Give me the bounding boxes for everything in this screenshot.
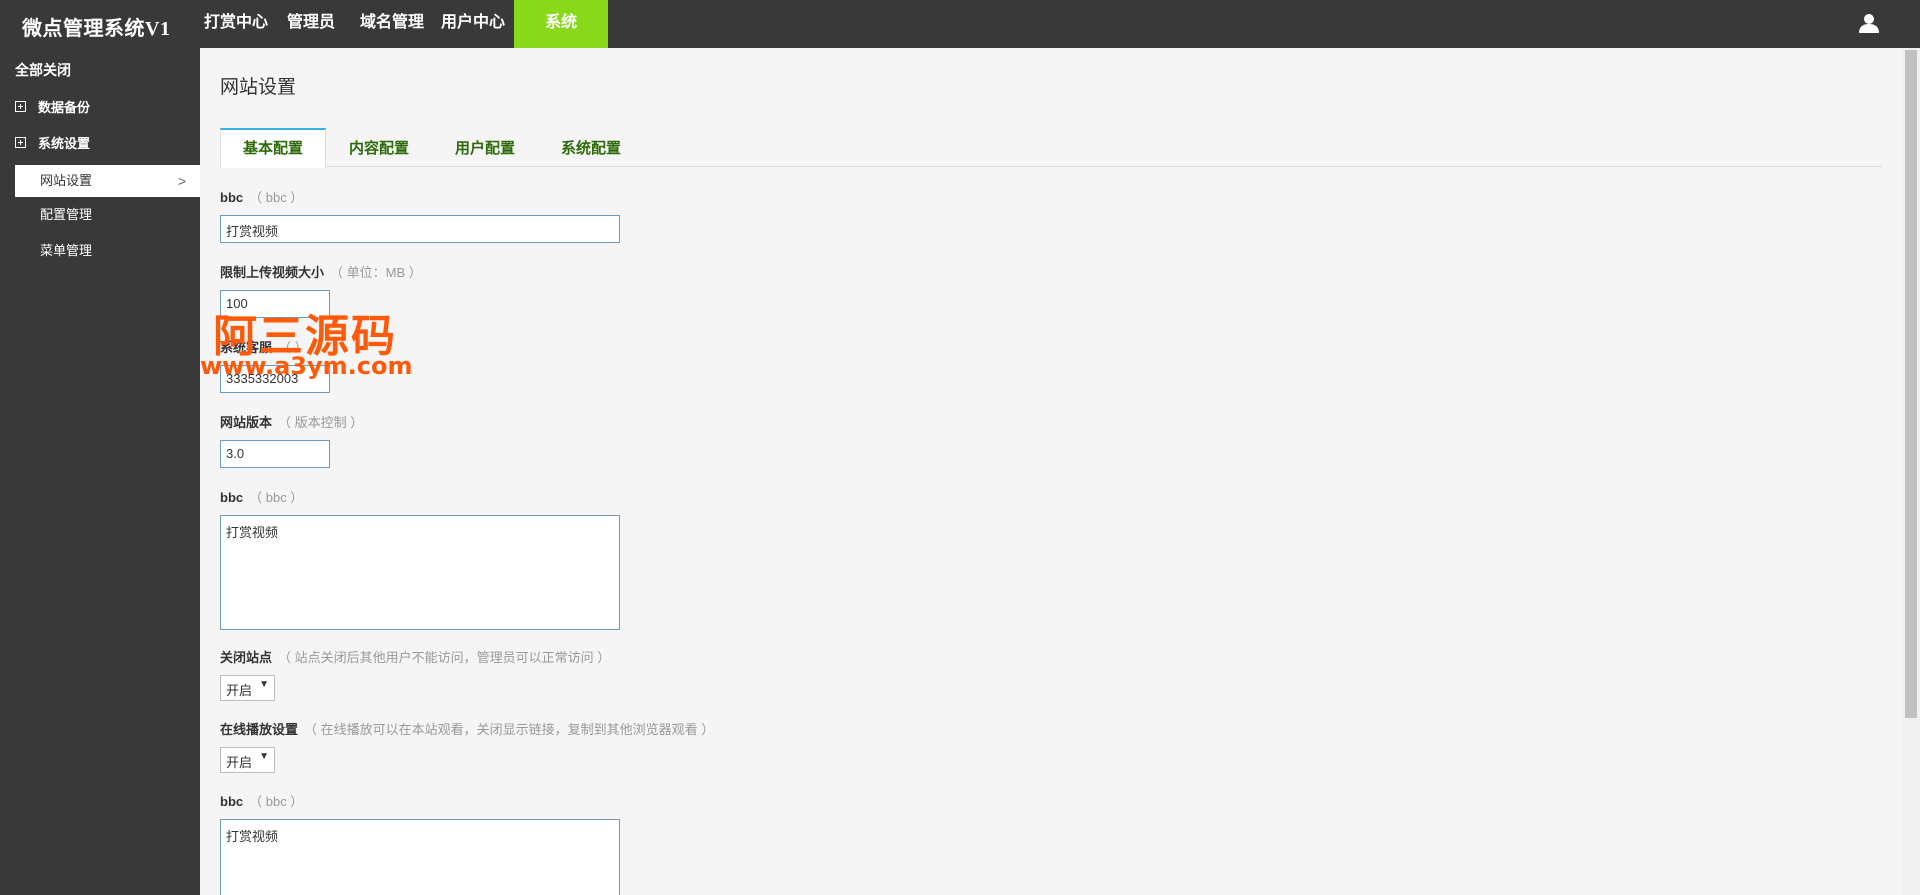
collapse-all-button[interactable]: 全部关闭 [15,60,71,80]
caret-down-icon: ▼ [259,751,269,762]
tab-basic-config[interactable]: 基本配置 [220,128,326,168]
version-input[interactable]: 3.0 [220,440,330,468]
bbc-textarea[interactable]: 打赏视频 [220,515,620,630]
field-hint: （ 站点关闭后其他用户不能访问，管理员可以正常访问 ） [278,650,611,665]
close-site-select[interactable]: 开启 ▼ [220,675,275,701]
top-bar: 微点管理系统V1 打赏中心 管理员 域名管理 用户中心 系统 [0,0,1920,48]
tab-system-config[interactable]: 系统配置 [538,128,644,166]
field-label-text: 网站版本 [220,415,273,430]
sidebar-group-label: 系统设置 [38,135,91,151]
field-label: bbc （ bbc ） [220,187,303,206]
sidebar: 全部关闭 数据备份 系统设置 网站设置 > 配置管理 菜单管理 [0,48,200,895]
field-label-text: 在线播放设置 [220,722,299,737]
field-hint: （ bbc ） [249,794,304,809]
field-label-text: bbc [220,490,244,505]
bbc-textarea-2[interactable]: 打赏视频 [220,819,620,895]
sidebar-group-backup[interactable]: 数据备份 [15,96,90,116]
field-label: bbc （ bbc ） [220,487,303,506]
sidebar-item-label: 配置管理 [40,207,93,222]
watermark-url: www.a3ym.com [200,352,413,380]
scrollbar[interactable] [1902,48,1920,895]
plus-box-icon [15,136,26,148]
caret-down-icon: ▼ [259,679,269,690]
top-nav: 打赏中心 管理员 域名管理 用户中心 系统 [195,0,609,48]
field-hint: （ 在线播放可以在本站观看，关闭显示链接，复制到其他浏览器观看 ） [304,722,715,737]
field-hint: （ bbc ） [249,490,304,505]
select-value: 开启 [226,683,253,698]
nav-item-reward-center[interactable]: 打赏中心 [195,0,277,48]
field-label: 限制上传视频大小 （ 单位：MB ） [220,262,422,281]
field-label-text: 限制上传视频大小 [220,265,325,280]
sidebar-item-site-settings[interactable]: 网站设置 > [15,165,200,197]
app-logo: 微点管理系统V1 [22,18,171,40]
field-label: 在线播放设置 （ 在线播放可以在本站观看，关闭显示链接，复制到其他浏览器观看 ） [220,719,714,738]
online-play-select[interactable]: 开启 ▼ [220,747,275,773]
tab-content-config[interactable]: 内容配置 [326,128,432,166]
tab-bar: 基本配置 内容配置 用户配置 系统配置 [220,128,1882,168]
main-content: 网站设置 基本配置 内容配置 用户配置 系统配置 bbc （ bbc ） 打赏视频… [200,48,1900,895]
field-label: 关闭站点 （ 站点关闭后其他用户不能访问，管理员可以正常访问 ） [220,647,610,666]
field-label: bbc （ bbc ） [220,791,303,810]
field-hint: （ 单位：MB ） [330,265,422,280]
field-label-text: 关闭站点 [220,650,273,665]
field-label: 网站版本 （ 版本控制 ） [220,412,363,431]
field-label-text: bbc [220,190,244,205]
nav-item-domain[interactable]: 域名管理 [352,0,432,48]
field-hint: （ 版本控制 ） [278,415,364,430]
sidebar-item-label: 菜单管理 [40,243,93,258]
page-title: 网站设置 [220,77,297,98]
bbc-input[interactable]: 打赏视频 [220,215,620,243]
chevron-right-icon: > [177,173,186,189]
sidebar-group-system-settings[interactable]: 系统设置 [15,132,90,152]
tab-user-config[interactable]: 用户配置 [432,128,538,166]
plus-box-icon [15,100,26,112]
select-value: 开启 [226,755,253,770]
user-icon[interactable] [1858,12,1880,34]
sidebar-item-menu-manage[interactable]: 菜单管理 [15,235,200,267]
nav-item-user-center[interactable]: 用户中心 [432,0,514,48]
sidebar-item-config-manage[interactable]: 配置管理 [15,199,200,231]
field-hint: （ bbc ） [249,190,304,205]
nav-item-admin[interactable]: 管理员 [277,0,352,48]
scrollbar-thumb[interactable] [1905,50,1917,718]
sidebar-group-label: 数据备份 [38,99,91,115]
sidebar-item-label: 网站设置 [40,173,93,188]
field-label-text: bbc [220,794,244,809]
nav-item-system[interactable]: 系统 [514,0,609,48]
